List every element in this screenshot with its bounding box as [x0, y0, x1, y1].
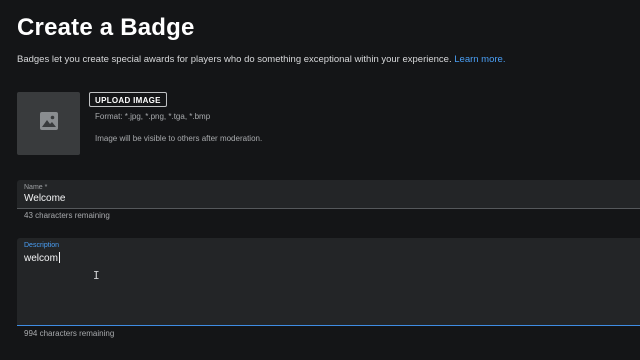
moderation-notice: Image will be visible to others after mo… — [95, 134, 263, 143]
description-field-value[interactable]: welcom — [24, 253, 58, 264]
format-text: Format: *.jpg, *.png, *.tga, *.bmp — [95, 112, 211, 121]
text-cursor-icon: I — [93, 269, 100, 282]
description-field-value-wrap[interactable]: welcom — [24, 252, 60, 264]
image-placeholder-icon — [39, 111, 59, 136]
name-field[interactable]: Name * Welcome — [17, 180, 640, 209]
page-title: Create a Badge — [17, 14, 195, 41]
name-field-label: Name * — [24, 184, 48, 191]
name-field-value[interactable]: Welcome — [24, 193, 66, 204]
upload-image-button[interactable]: UPLOAD IMAGE — [89, 92, 167, 107]
name-character-counter: 43 characters remaining — [24, 211, 110, 220]
create-badge-page: Create a Badge Badges let you create spe… — [0, 0, 640, 360]
text-caret — [58, 252, 60, 263]
description-field-label: Description — [24, 242, 60, 249]
learn-more-link[interactable]: Learn more. — [454, 54, 505, 65]
badge-image-thumbnail — [17, 92, 80, 155]
intro-text: Badges let you create special awards for… — [17, 54, 505, 65]
intro-description: Badges let you create special awards for… — [17, 54, 452, 65]
description-field[interactable]: Description welcom I — [17, 238, 640, 326]
description-character-counter: 994 characters remaining — [24, 329, 115, 338]
